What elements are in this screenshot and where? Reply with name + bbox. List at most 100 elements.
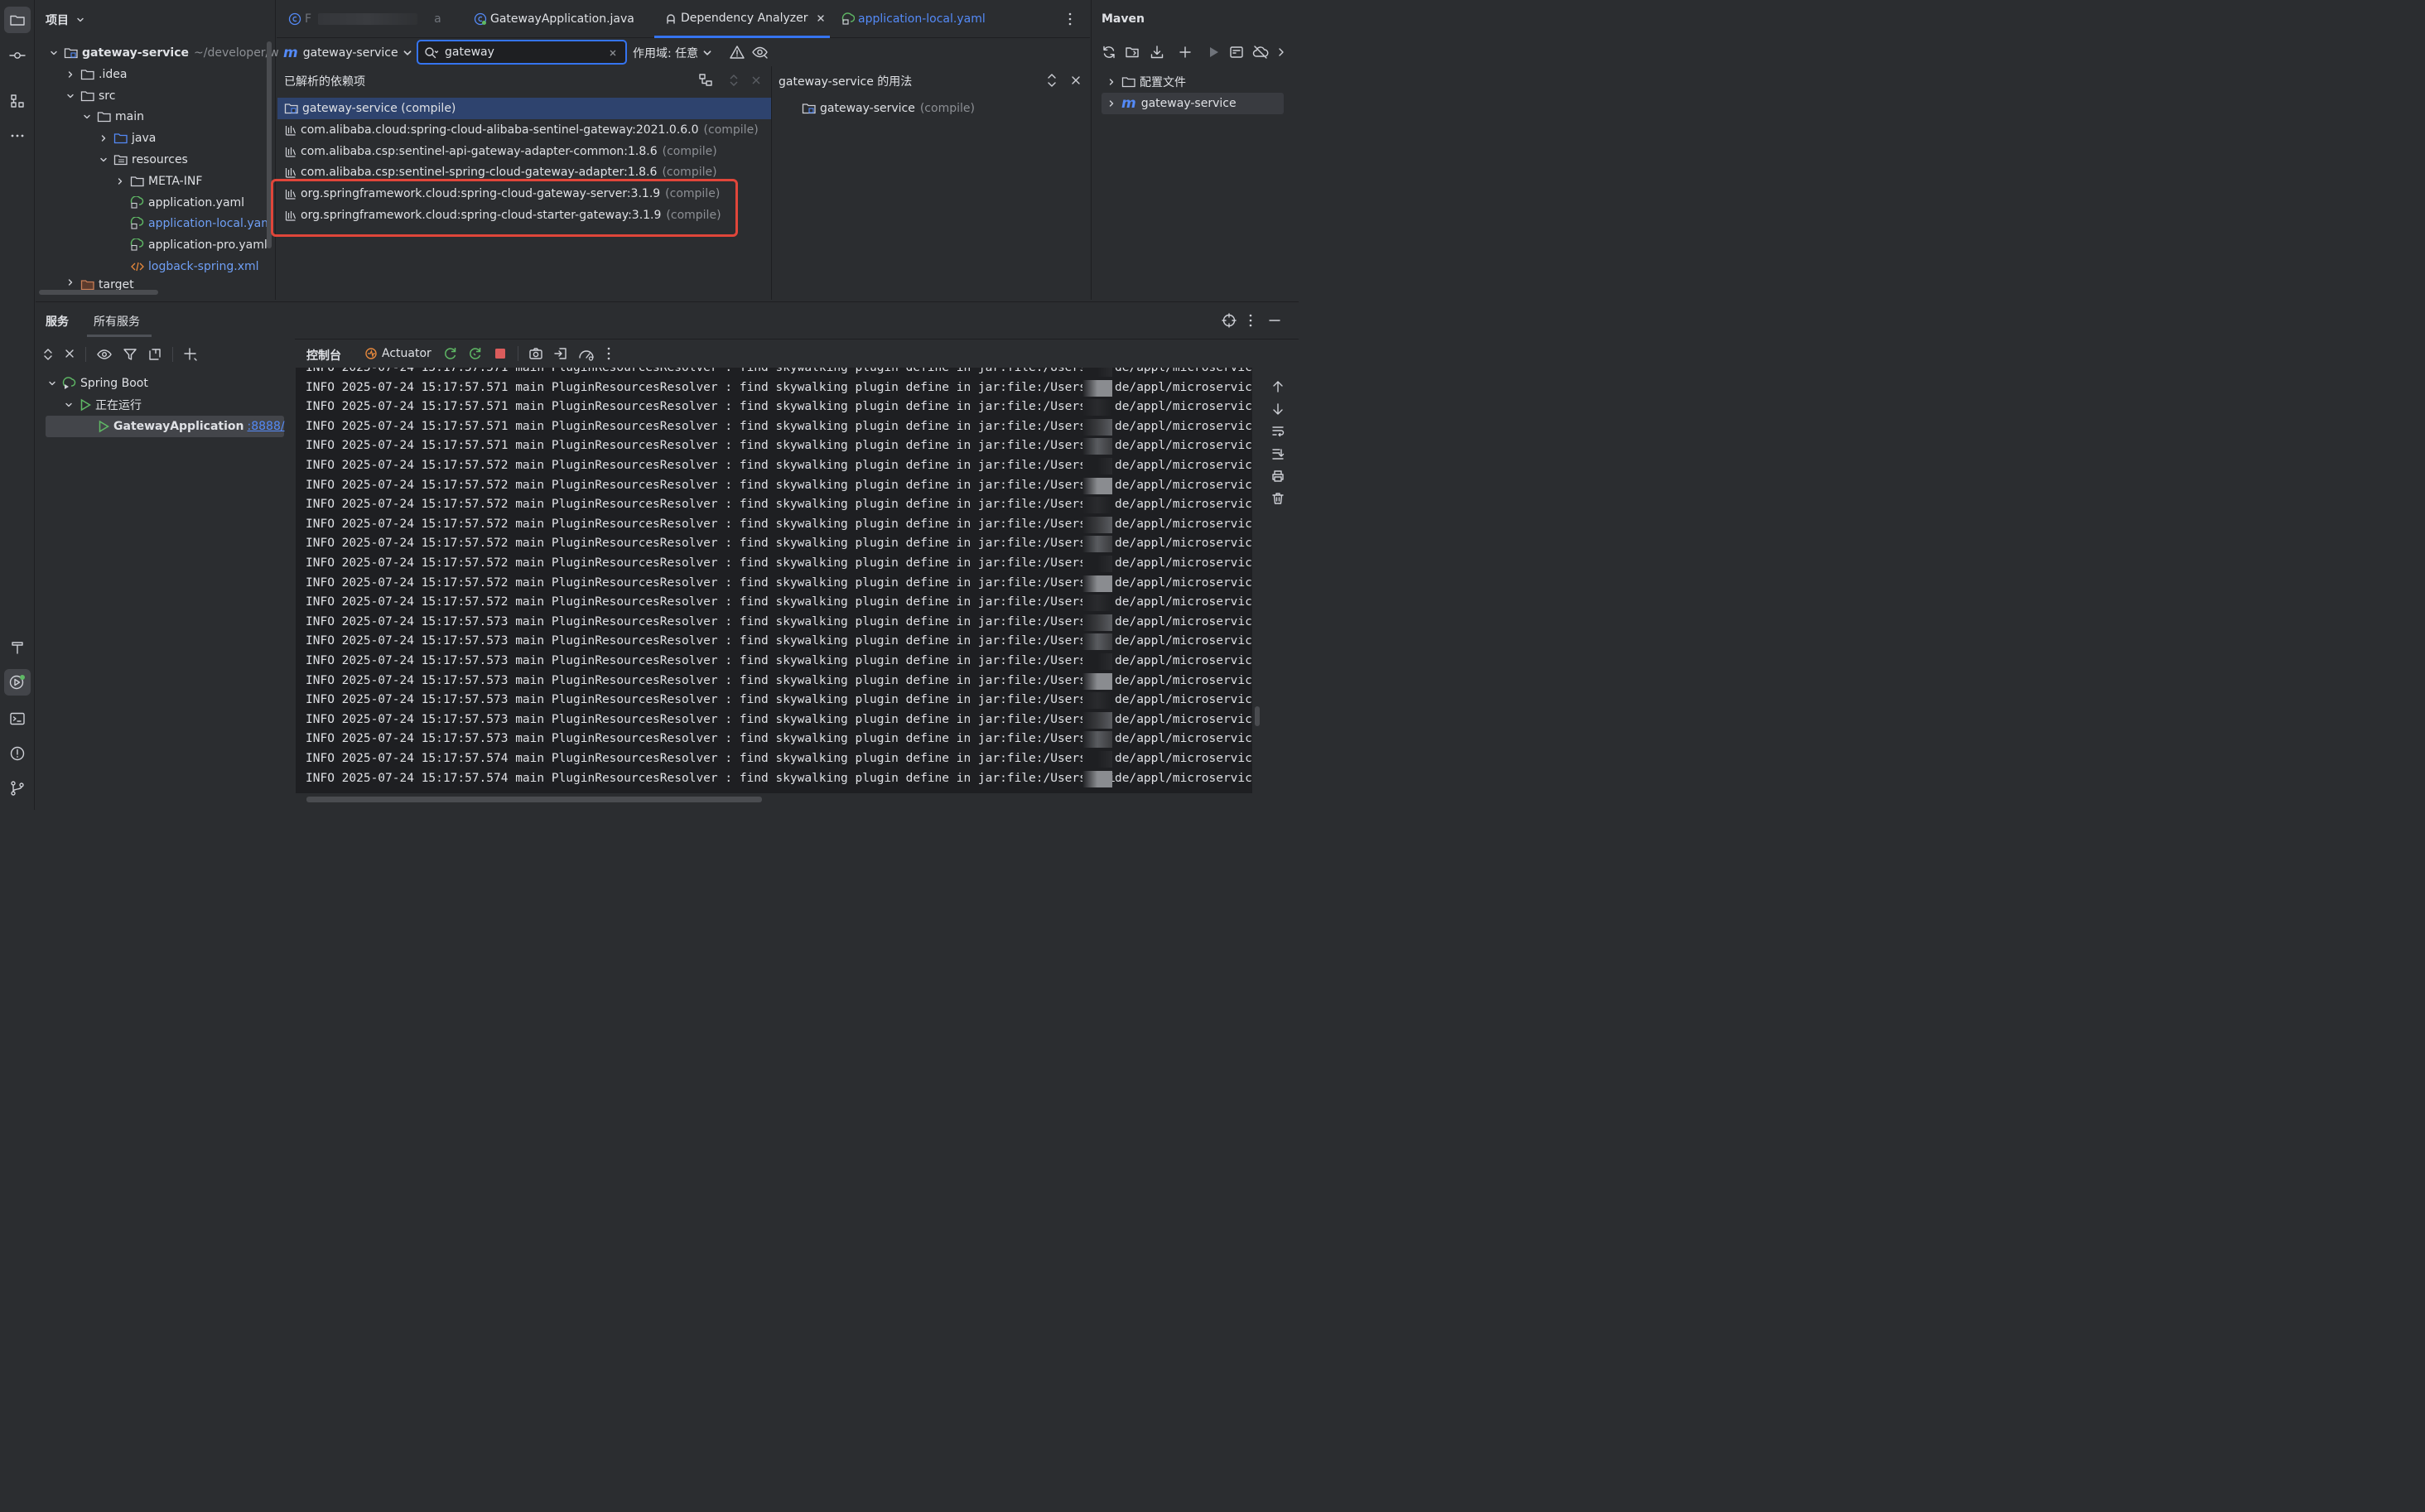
- view-options-button[interactable]: [751, 45, 769, 60]
- usage-item[interactable]: gateway-service (compile): [802, 99, 975, 118]
- more-tools-button[interactable]: [4, 123, 31, 149]
- tab-options-icon[interactable]: [1063, 12, 1077, 26]
- soft-wrap-icon[interactable]: [1271, 425, 1285, 438]
- camera-icon[interactable]: [528, 346, 543, 361]
- expand-all-usages-icon[interactable]: [1046, 73, 1058, 88]
- project-horizontal-scrollbar[interactable]: [39, 290, 158, 295]
- project-tree-item-gateway-service[interactable]: gateway-service ~/developer/w: [47, 43, 279, 63]
- collapse-all-icon[interactable]: [64, 348, 75, 361]
- tab-all-services[interactable]: 所有服务: [94, 313, 140, 330]
- chevron-right-icon[interactable]: [64, 278, 77, 287]
- dependency-item[interactable]: com.alibaba.cloud:spring-cloud-alibaba-s…: [277, 119, 771, 141]
- arrow-up-icon[interactable]: [1271, 380, 1285, 393]
- log-logger: PluginResourcesResolver: [551, 712, 718, 726]
- chevron-right-icon[interactable]: [1277, 46, 1285, 58]
- chevron-right-icon[interactable]: [113, 177, 127, 185]
- project-tree-item-resources[interactable]: resources: [97, 150, 188, 170]
- tab-services[interactable]: 服务: [46, 313, 69, 330]
- show-conflicts-button[interactable]: [729, 45, 745, 60]
- project-tree-item-src[interactable]: src: [64, 86, 115, 106]
- update-app-icon[interactable]: [468, 346, 483, 361]
- clear-search-icon[interactable]: [609, 49, 617, 57]
- new-group-icon[interactable]: [147, 347, 162, 362]
- execute-goal-icon[interactable]: [1229, 45, 1244, 60]
- split-divider[interactable]: [771, 66, 772, 300]
- chevron-down-icon[interactable]: [80, 113, 94, 121]
- add-icon[interactable]: [1178, 45, 1193, 60]
- project-tree-item-application-yaml[interactable]: application.yaml: [113, 193, 244, 213]
- structure-tool-button[interactable]: [4, 88, 31, 114]
- exit-icon[interactable]: [553, 346, 568, 361]
- tab-dependency-analyzer[interactable]: Dependency Analyzer: [654, 0, 830, 38]
- reload-icon[interactable]: [1102, 45, 1116, 60]
- project-panel-header[interactable]: 项目: [46, 12, 84, 28]
- console-horizontal-scrollbar[interactable]: [306, 797, 762, 802]
- scroll-to-end-icon[interactable]: [1271, 447, 1285, 460]
- print-icon[interactable]: [1271, 469, 1285, 483]
- project-tree-item-application-local-yam[interactable]: application-local.yam: [113, 214, 272, 234]
- arrow-down-icon[interactable]: [1271, 402, 1285, 416]
- dependency-item[interactable]: com.alibaba.csp:sentinel-api-gateway-ada…: [277, 141, 771, 162]
- tab-actuator[interactable]: Actuator: [364, 346, 431, 361]
- profiler-icon[interactable]: [578, 346, 595, 361]
- service-node-running[interactable]: 正在运行: [62, 395, 142, 415]
- maven-item-profiles[interactable]: 配置文件: [1105, 72, 1186, 92]
- run-icon: [79, 398, 92, 412]
- project-tree-item-meta-inf[interactable]: META-INF: [113, 171, 202, 191]
- expand-all-icon[interactable]: [728, 74, 740, 87]
- project-tree-item-idea[interactable]: .idea: [64, 65, 127, 84]
- more-options-icon[interactable]: [605, 346, 613, 361]
- minimize-icon[interactable]: [1268, 313, 1281, 328]
- usage-item-scope: (compile): [919, 102, 975, 115]
- eye-icon[interactable]: [96, 348, 113, 361]
- more-options-icon[interactable]: [1246, 313, 1255, 328]
- commit-tool-button[interactable]: [4, 42, 31, 69]
- expand-tree-button[interactable]: [698, 73, 713, 88]
- dependency-search-input[interactable]: [445, 44, 602, 60]
- chevron-down-icon[interactable]: [64, 92, 77, 100]
- service-port-link[interactable]: :8888/: [248, 420, 285, 433]
- filter-icon[interactable]: [123, 347, 137, 362]
- tab-blurred-file[interactable]: F a: [278, 0, 460, 38]
- expand-all-icon[interactable]: [42, 348, 54, 361]
- build-tool-button[interactable]: [4, 634, 31, 661]
- terminal-tool-button[interactable]: [4, 705, 31, 732]
- download-icon[interactable]: [1150, 45, 1164, 60]
- run-icon[interactable]: [1206, 45, 1221, 60]
- chevron-right-icon[interactable]: [97, 134, 110, 142]
- add-service-icon[interactable]: [183, 347, 198, 362]
- project-tree-item-java[interactable]: java: [97, 128, 156, 148]
- services-tool-button[interactable]: [4, 669, 31, 696]
- close-icon[interactable]: [817, 14, 825, 22]
- project-tree-item-logback-spring-xml[interactable]: logback-spring.xml: [113, 257, 259, 277]
- project-tree-item-main[interactable]: main: [80, 107, 144, 127]
- collapse-all-icon[interactable]: [750, 75, 762, 86]
- chevron-down-icon[interactable]: [97, 156, 110, 164]
- generate-sources-icon[interactable]: [1125, 45, 1141, 60]
- project-tool-button[interactable]: [4, 7, 31, 33]
- console-output[interactable]: INFO 2025-07-24 15:17:57.571 main Plugin…: [296, 368, 1252, 793]
- dependency-item[interactable]: gateway-service (compile): [277, 98, 771, 119]
- trash-icon[interactable]: [1271, 492, 1285, 505]
- offline-mode-icon[interactable]: [1252, 45, 1269, 60]
- rerun-icon[interactable]: [443, 346, 458, 361]
- service-node-gateway-application[interactable]: GatewayApplication :8888/: [97, 417, 285, 436]
- git-tool-button[interactable]: [4, 775, 31, 802]
- chevron-down-icon[interactable]: [47, 49, 60, 57]
- tab-gateway-application[interactable]: GatewayApplication.java: [464, 0, 644, 38]
- module-selector[interactable]: m gateway-service: [283, 44, 412, 62]
- tab-console[interactable]: 控制台: [306, 347, 341, 364]
- locate-icon[interactable]: [1222, 313, 1237, 328]
- collapse-usages-icon[interactable]: [1070, 75, 1082, 86]
- project-tree-item-application-pro-yaml[interactable]: application-pro.yaml: [113, 235, 268, 255]
- log-timestamp: 2025-07-24 15:17:57.573: [341, 712, 509, 726]
- maven-item-gateway-service[interactable]: m gateway-service: [1105, 94, 1237, 113]
- service-node-spring-boot[interactable]: Spring Boot: [46, 373, 148, 393]
- project-tree-item-target[interactable]: target: [64, 278, 134, 290]
- tab-application-local-yaml[interactable]: application-local.yaml: [832, 0, 996, 38]
- stop-icon[interactable]: [493, 346, 508, 361]
- chevron-right-icon[interactable]: [64, 70, 77, 79]
- console-vertical-scrollbar[interactable]: [1255, 706, 1260, 726]
- problems-tool-button[interactable]: [4, 740, 31, 767]
- scope-selector[interactable]: 作用域: 任意: [633, 44, 712, 62]
